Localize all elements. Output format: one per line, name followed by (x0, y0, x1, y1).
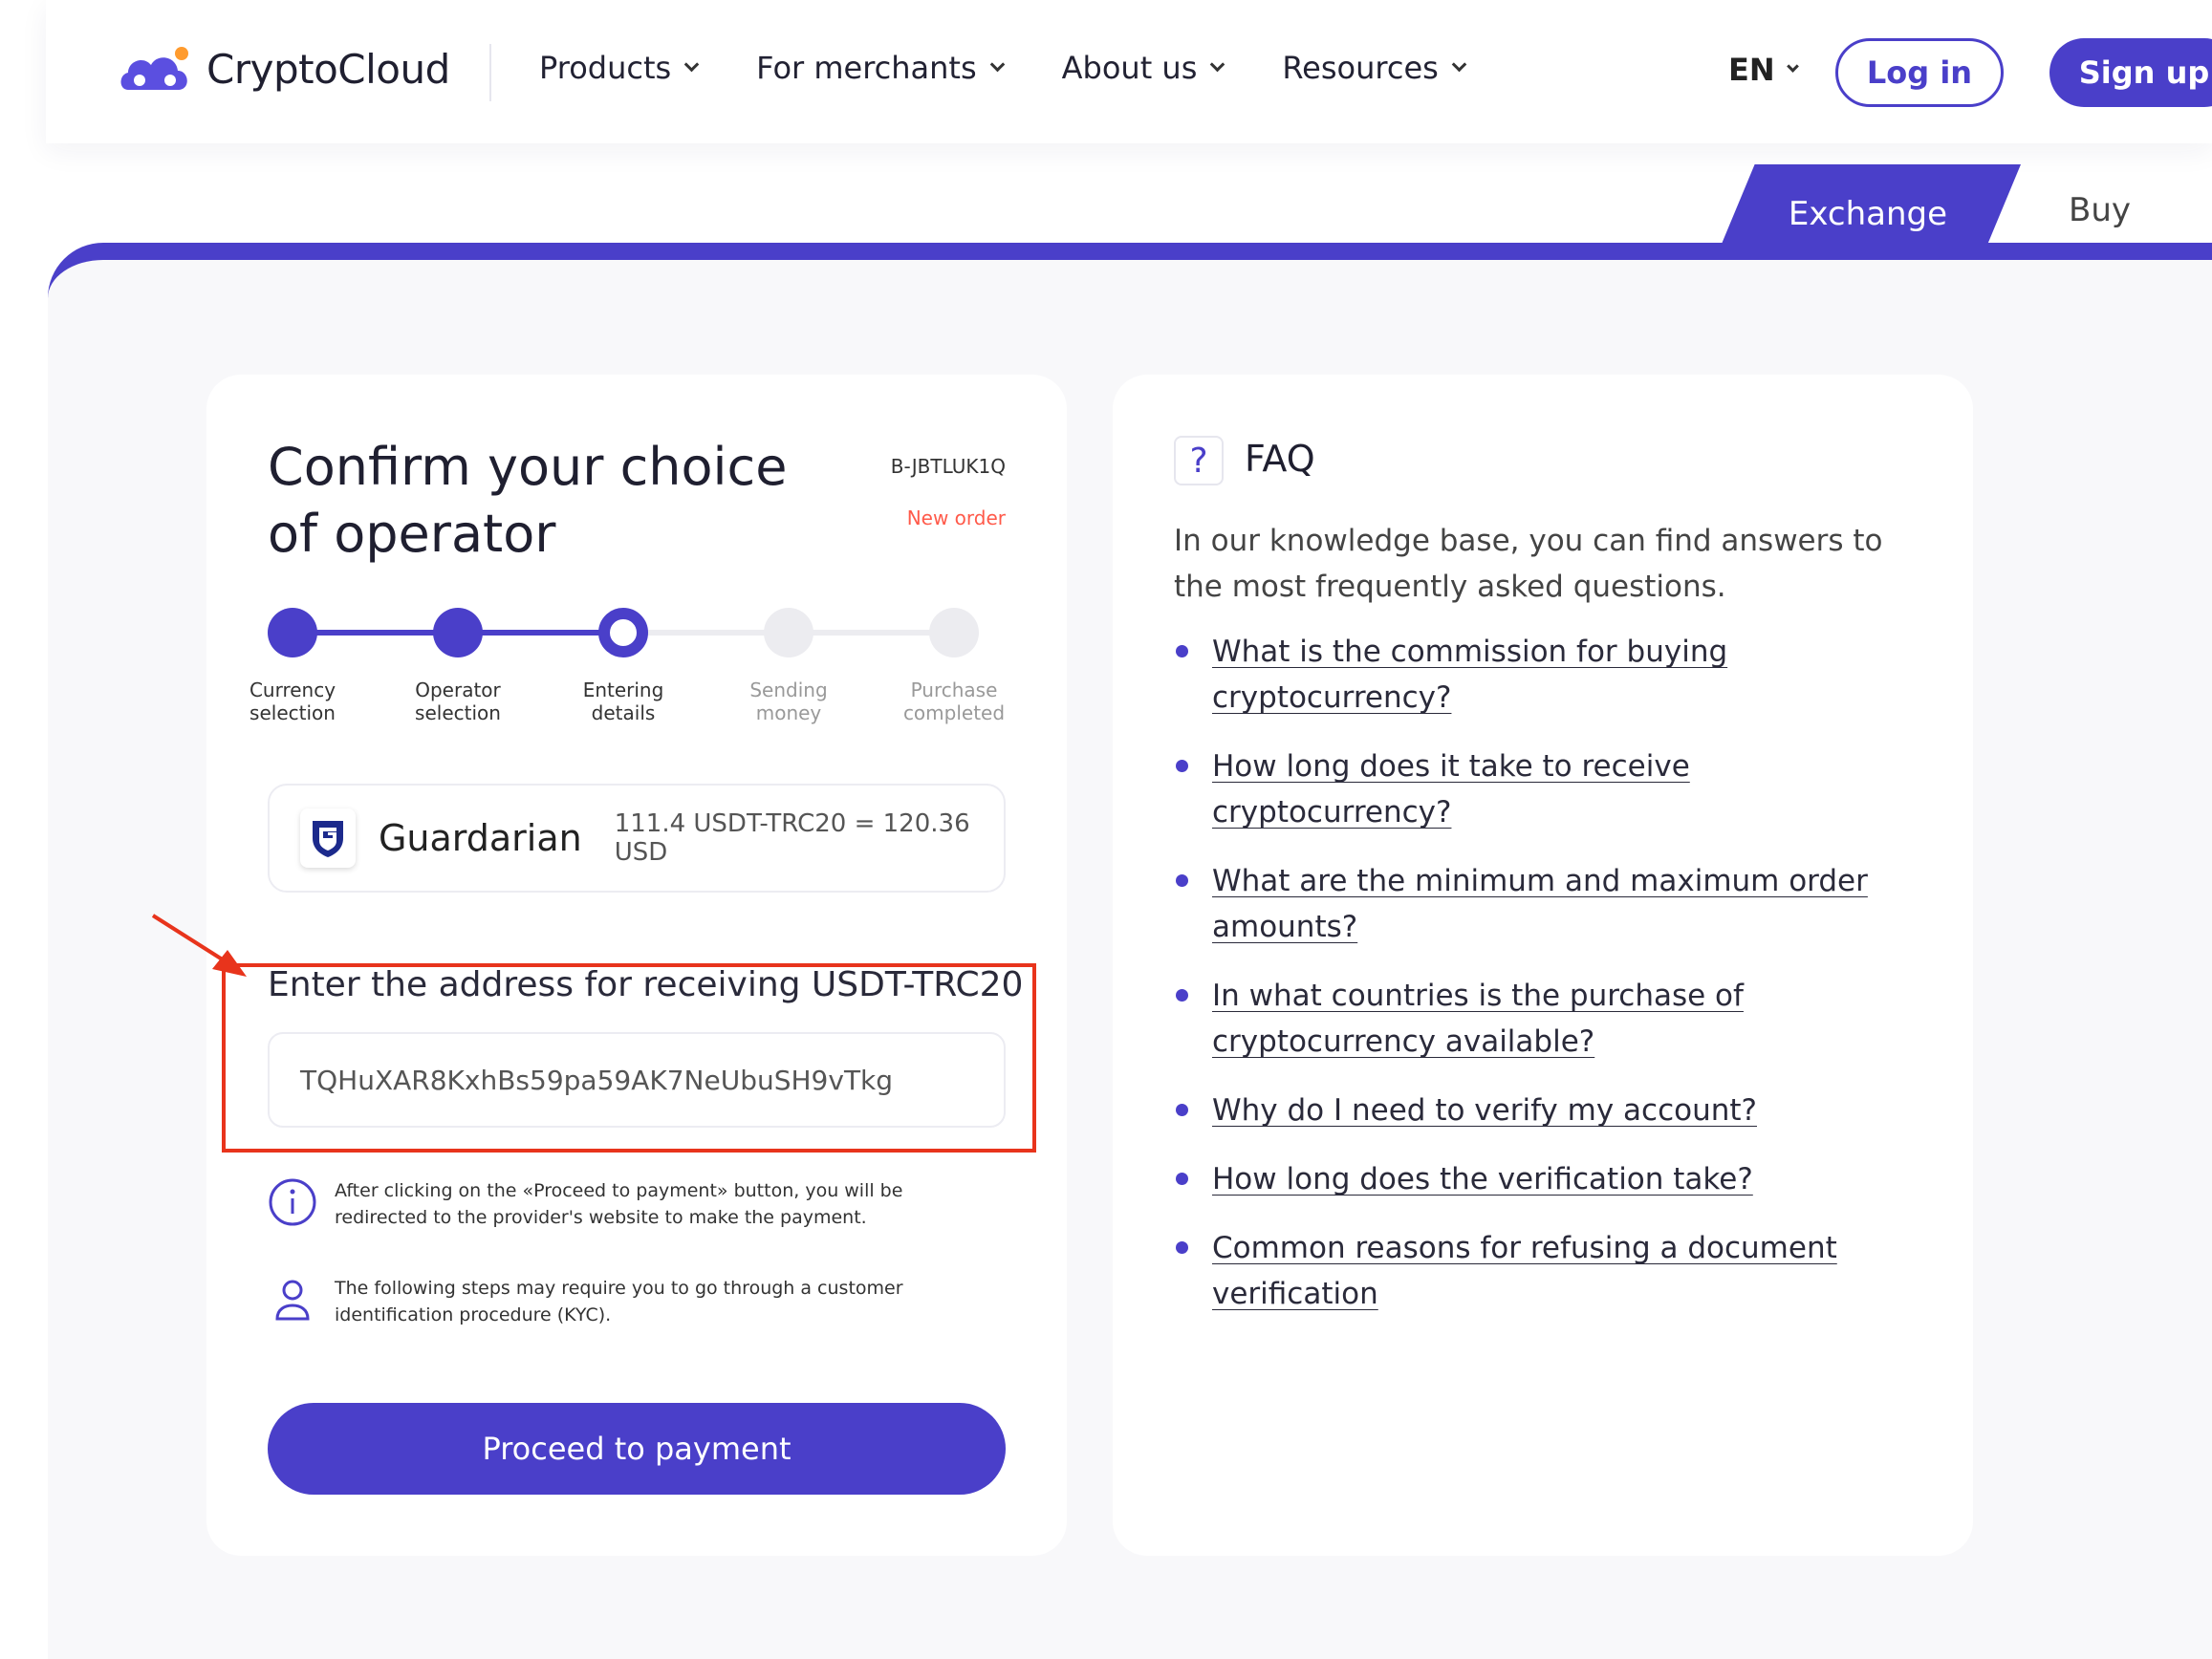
new-order-link[interactable]: New order (907, 506, 1006, 529)
step-label: Sending money (749, 679, 828, 724)
faq-link[interactable]: What is the commission for buying crypto… (1212, 635, 1727, 715)
kyc-note: The following steps may require you to g… (268, 1275, 908, 1328)
step-label: Purchase completed (902, 679, 1006, 724)
info-icon (269, 1178, 316, 1226)
order-id: B-JBTLUK1Q (890, 455, 1006, 478)
faq-link[interactable]: How long does it take to receive cryptoc… (1212, 749, 1690, 830)
progress-stepper: Currency selection Operator selection En… (249, 604, 1005, 724)
order-card: Confirm your choice of operator B-JBTLUK… (206, 375, 1067, 1556)
nav-products-label: Products (539, 50, 672, 86)
faq-link[interactable]: Why do I need to verify my account? (1212, 1093, 1757, 1128)
tab-buy[interactable]: Buy (2069, 191, 2131, 229)
faq-item: How long does the verification take? (1174, 1156, 1900, 1202)
faq-item: In what countries is the purchase of cry… (1174, 973, 1900, 1065)
nav-for-merchants[interactable]: For merchants (756, 50, 1005, 86)
faq-intro: In our knowledge base, you can find answ… (1174, 524, 1883, 604)
brand-name: CryptoCloud (206, 45, 450, 93)
step-dot-operator (433, 608, 483, 657)
nav-about-us[interactable]: About us (1061, 50, 1225, 86)
operator-name: Guardarian (378, 817, 582, 859)
cloud-logo-icon (120, 47, 188, 90)
header-divider (489, 44, 491, 101)
wallet-address-input[interactable]: TQHuXAR8KxhBs59pa59AK7NeUbuSH9vTkg (268, 1032, 1006, 1128)
faq-link[interactable]: How long does the verification take? (1212, 1162, 1753, 1196)
faq-card: ? FAQ In our knowledge base, you can fin… (1113, 375, 1973, 1556)
operator-rate: 111.4 USDT-TRC20 = 120.36 USD (614, 809, 970, 867)
language-selector[interactable]: EN (1728, 52, 1799, 88)
nav-resources-label: Resources (1282, 50, 1439, 86)
step-dot-sending (764, 608, 813, 657)
step-label: Entering details (582, 679, 664, 724)
step-dot-currency (268, 608, 317, 657)
kyc-note-text: The following steps may require you to g… (335, 1278, 903, 1325)
question-icon: ? (1174, 436, 1224, 485)
nav-products[interactable]: Products (539, 50, 700, 86)
step-dot-completed (929, 608, 979, 657)
signup-button[interactable]: Sign up (2049, 38, 2212, 107)
faq-link[interactable]: Common reasons for refusing a document v… (1212, 1231, 1837, 1311)
language-label: EN (1728, 52, 1775, 88)
nav-for-merchants-label: For merchants (756, 50, 977, 86)
selected-operator[interactable]: Guardarian 111.4 USDT-TRC20 = 120.36 USD (268, 784, 1006, 893)
faq-list: What is the commission for buying crypto… (1174, 629, 1900, 1340)
faq-item: What are the minimum and maximum order a… (1174, 858, 1900, 950)
brand-logo[interactable]: CryptoCloud (117, 42, 450, 96)
faq-item: Common reasons for refusing a document v… (1174, 1225, 1900, 1317)
step-label: Currency selection (249, 679, 336, 724)
faq-item: What is the commission for buying crypto… (1174, 629, 1900, 721)
faq-title: FAQ (1245, 438, 1315, 480)
nav-about-us-label: About us (1061, 50, 1198, 86)
faq-item: How long does it take to receive cryptoc… (1174, 743, 1900, 835)
redirect-note-text: After clicking on the «Proceed to paymen… (335, 1180, 903, 1228)
chevron-down-icon (1451, 56, 1467, 72)
site-header: CryptoCloud Products For merchants About… (46, 0, 2212, 143)
chevron-down-icon (683, 56, 700, 72)
chevron-down-icon (1210, 56, 1225, 72)
step-dot-details (598, 608, 648, 657)
redirect-note: After clicking on the «Proceed to paymen… (268, 1177, 908, 1231)
faq-item: Why do I need to verify my account? (1174, 1088, 1900, 1133)
user-icon (275, 1280, 310, 1321)
faq-link[interactable]: In what countries is the purchase of cry… (1212, 979, 1744, 1059)
login-button[interactable]: Log in (1835, 38, 2004, 107)
step-label: Operator selection (415, 679, 501, 724)
nav-resources[interactable]: Resources (1282, 50, 1467, 86)
proceed-to-payment-button[interactable]: Proceed to payment (268, 1403, 1006, 1495)
chevron-down-icon (989, 56, 1005, 72)
guardarian-shield-icon (300, 808, 356, 868)
page-title: Confirm your choice of operator (268, 437, 788, 564)
main-nav: Products For merchants About us Resource… (539, 50, 1524, 86)
annotation-arrow-icon (151, 914, 247, 977)
faq-link[interactable]: What are the minimum and maximum order a… (1212, 864, 1868, 944)
address-label: Enter the address for receiving USDT-TRC… (268, 965, 1024, 1004)
chevron-down-icon (1786, 59, 1799, 73)
